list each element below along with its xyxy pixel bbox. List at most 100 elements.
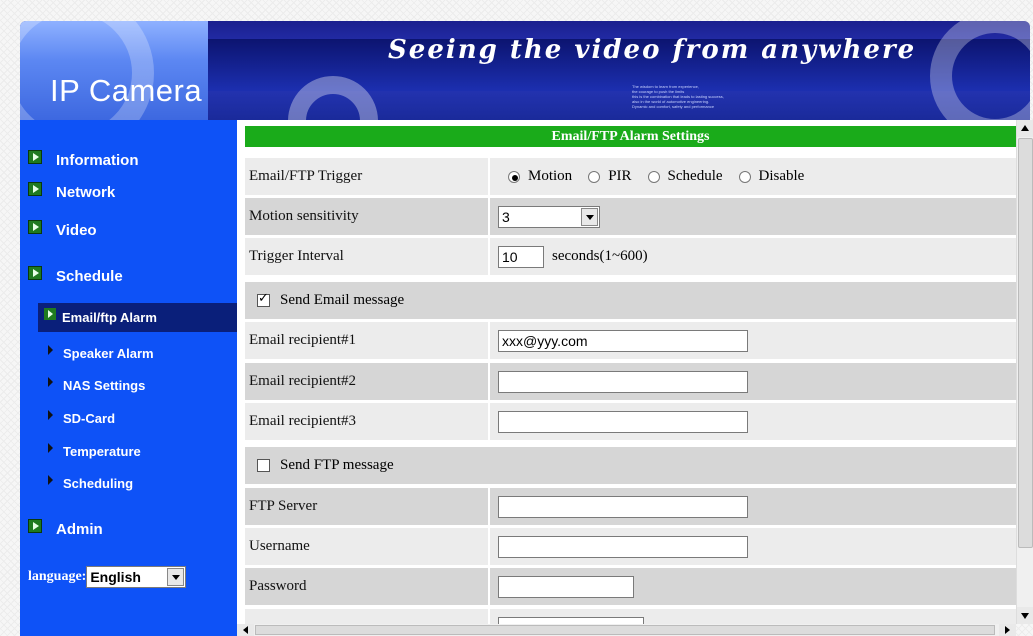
language-selector: language: English	[28, 566, 187, 588]
nav-item-label: Network	[56, 184, 116, 201]
radio-label: Disable	[758, 168, 805, 184]
trigger-interval-input[interactable]: 10	[498, 245, 544, 268]
subnav-item-label: Scheduling	[63, 476, 134, 491]
trigger-interval-row: Trigger Interval 10 seconds(1~600)	[245, 238, 1016, 275]
radio-motion[interactable]	[508, 170, 520, 183]
sidebar-nav: Information Network Video Schedule Email…	[20, 120, 237, 636]
dropdown-arrow-icon	[581, 207, 598, 226]
field-label	[245, 609, 488, 624]
field-value	[490, 363, 1016, 400]
fine-print-line: Dynamic and comfort, safety and performa…	[632, 104, 715, 109]
partial-input[interactable]	[498, 616, 644, 624]
field-label: Email/FTP Trigger	[245, 158, 488, 195]
send-email-checkbox[interactable]	[257, 291, 270, 307]
radio-schedule[interactable]	[647, 170, 660, 183]
vertical-scrollbar[interactable]	[1016, 120, 1033, 624]
app-logo: IP Camera	[50, 73, 203, 108]
arrow-right-icon	[28, 181, 42, 196]
banner-decoration	[930, 21, 1030, 120]
language-label: language:	[28, 569, 87, 584]
nav-item-network[interactable]: Network	[28, 181, 116, 201]
field-value: xxx@yyy.com	[490, 322, 1016, 359]
field-label: Email recipient#3	[245, 403, 488, 440]
subnav-item-label: Speaker Alarm	[63, 346, 154, 361]
nav-item-label: Schedule	[56, 268, 123, 285]
field-value	[490, 403, 1016, 440]
field-value: 10 seconds(1~600)	[490, 238, 1016, 275]
motion-sensitivity-select[interactable]: 3	[498, 205, 600, 228]
field-label: Username	[245, 528, 488, 565]
field-label: Email recipient#2	[245, 363, 488, 400]
radio-pir[interactable]	[588, 170, 601, 183]
nav-item-schedule[interactable]: Schedule	[28, 265, 123, 285]
send-ftp-row: Send FTP message	[245, 447, 1016, 484]
ftp-server-row: FTP Server	[245, 488, 1016, 525]
scroll-thumb[interactable]	[255, 625, 995, 635]
email-recipient-2-input[interactable]	[498, 370, 748, 393]
subnav-item-sd-card[interactable]: SD-Card	[38, 404, 237, 433]
password-input[interactable]	[498, 575, 634, 598]
scroll-thumb[interactable]	[1018, 138, 1033, 548]
email-recipient-3-input[interactable]	[498, 410, 748, 433]
banner-fine-print: The wisdom to learn from experience, the…	[632, 84, 812, 109]
radio-label: Motion	[528, 168, 573, 184]
email-recipient-3-row: Email recipient#3	[245, 403, 1016, 440]
arrow-right-icon	[28, 219, 42, 234]
subnav-item-label: SD-Card	[63, 411, 116, 426]
horizontal-scrollbar[interactable]	[237, 624, 1016, 636]
field-value	[490, 528, 1016, 565]
radio-disable[interactable]	[738, 170, 751, 183]
arrow-right-icon	[44, 307, 56, 320]
username-input[interactable]	[498, 535, 748, 558]
subnav-item-email-ftp-alarm[interactable]: Email/ftp Alarm	[38, 303, 237, 332]
subnav-item-nas-settings[interactable]: NAS Settings	[38, 371, 237, 400]
checkbox-label: Send FTP message	[280, 457, 394, 473]
field-label: Trigger Interval	[245, 238, 488, 275]
unit-label: seconds(1~600)	[552, 248, 648, 264]
scroll-right-icon[interactable]	[999, 624, 1016, 636]
field-value	[490, 488, 1016, 525]
subnav-item-label: Email/ftp Alarm	[62, 310, 157, 325]
send-email-row: Send Email message	[245, 282, 1016, 319]
subnav-item-scheduling[interactable]: Scheduling	[38, 469, 237, 498]
trigger-options: Motion PIR Schedule Disable	[490, 158, 1016, 195]
radio-label: Schedule	[667, 168, 723, 184]
subnav-item-speaker-alarm[interactable]: Speaker Alarm	[38, 339, 237, 368]
page-title: Email/FTP Alarm Settings	[245, 126, 1016, 147]
ftp-server-input[interactable]	[498, 495, 748, 518]
email-recipient-1-row: Email recipient#1 xxx@yyy.com	[245, 322, 1016, 359]
radio-label: PIR	[608, 168, 632, 184]
scroll-down-icon[interactable]	[1017, 607, 1033, 624]
language-value: English	[90, 569, 141, 585]
dropdown-arrow-icon	[167, 568, 185, 586]
partial-row	[245, 609, 1016, 624]
nav-item-information[interactable]: Information	[28, 149, 139, 169]
field-value	[490, 609, 1016, 624]
nav-item-admin[interactable]: Admin	[28, 518, 103, 538]
subnav-item-temperature[interactable]: Temperature	[38, 437, 237, 466]
subnav-item-label: NAS Settings	[63, 378, 146, 393]
nav-item-label: Admin	[56, 521, 103, 538]
subnav-item-label: Temperature	[63, 444, 141, 459]
language-select[interactable]: English	[86, 566, 187, 588]
banner-tagline: Seeing the video from anywhere	[388, 35, 917, 65]
username-row: Username	[245, 528, 1016, 565]
scroll-left-icon[interactable]	[237, 624, 254, 636]
trigger-row: Email/FTP Trigger Motion PIR Schedule Di…	[245, 158, 1016, 195]
nav-item-video[interactable]: Video	[28, 219, 97, 239]
checkbox-label: Send Email message	[280, 292, 405, 308]
arrow-right-icon	[28, 518, 42, 533]
email-recipient-1-input[interactable]: xxx@yyy.com	[498, 329, 748, 352]
send-ftp-checkbox[interactable]	[257, 459, 270, 472]
field-label: FTP Server	[245, 488, 488, 525]
triangle-right-icon	[48, 344, 53, 355]
field-label: Password	[245, 568, 488, 605]
field-value	[490, 568, 1016, 605]
arrow-right-icon	[28, 265, 42, 280]
select-value: 3	[502, 208, 510, 225]
nav-item-label: Information	[56, 152, 139, 169]
field-value: 3	[490, 198, 1016, 235]
nav-item-label: Video	[56, 222, 97, 239]
scroll-up-icon[interactable]	[1017, 120, 1033, 137]
triangle-right-icon	[48, 442, 53, 453]
